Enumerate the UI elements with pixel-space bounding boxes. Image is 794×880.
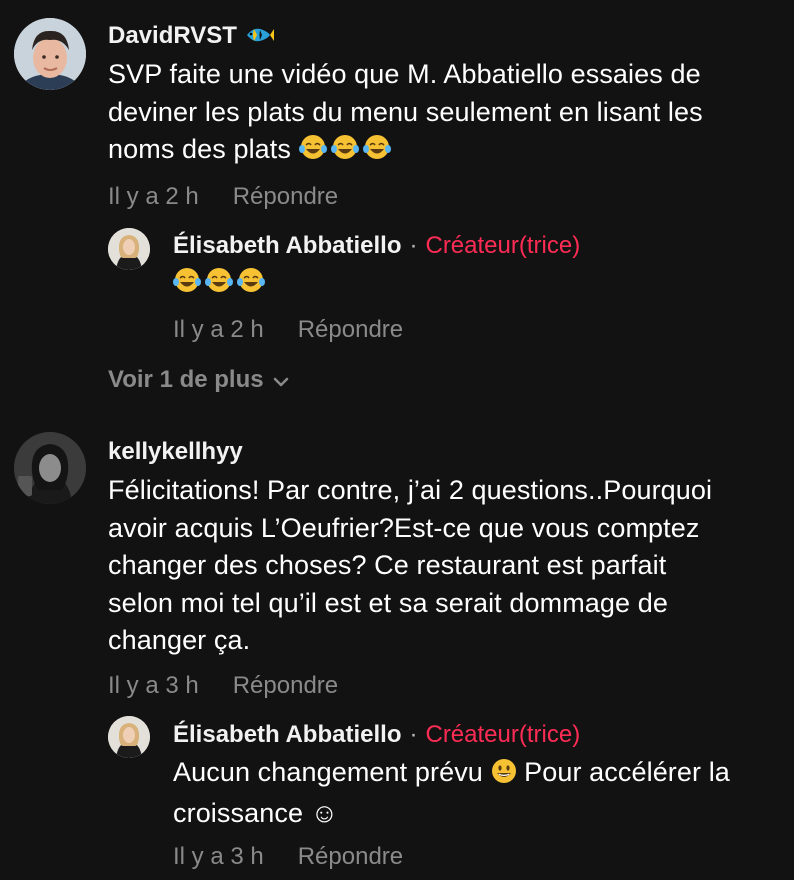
reply-body: Aucun changement prévu Pour accélérer la… (173, 754, 730, 832)
comment-line: changer ça. (108, 625, 251, 655)
separator-dot: · (409, 721, 418, 748)
reply-body (173, 264, 265, 305)
comment-time: Il y a 2 h (108, 183, 199, 210)
reply-line: Aucun changement prévu Pour accélérer la (173, 754, 730, 795)
comment-line: deviner les plats du menu seulement en l… (108, 96, 703, 127)
laughing-tears-emoji-icon (298, 133, 391, 172)
comment-username[interactable]: DavidRVST (108, 22, 274, 53)
reply-time: Il y a 2 h (173, 316, 264, 343)
comment-body: SVP faite une vidéo que M. Abbatiello es… (108, 56, 703, 172)
avatar[interactable] (14, 18, 86, 90)
reply-button[interactable]: Répondre (298, 843, 403, 870)
comment-line: avoir acquis L’Oeufrier?Est-ce que vous … (108, 512, 700, 543)
comment-meta: Il y a 3 h Répondre (108, 672, 338, 700)
reply-line: croissance ☺ (173, 797, 339, 828)
creator-badge: Créateur(trice) (425, 232, 581, 259)
creator-avatar[interactable] (108, 716, 150, 758)
comment-davidrvst: DavidRVST SVP faite une vidéo que M. Abb… (0, 0, 794, 420)
reply-username[interactable]: Élisabeth Abbatiello · Créateur(trice) (173, 232, 580, 260)
chevron-down-icon (270, 369, 292, 397)
reply-time: Il y a 3 h (173, 843, 264, 870)
comment-line: noms des plats (108, 131, 703, 172)
creator-badge: Créateur(trice) (425, 721, 581, 748)
laughing-tears-emoji-icon (173, 266, 265, 305)
separator-dot: · (409, 232, 418, 259)
avatar[interactable] (14, 432, 86, 504)
reply-button[interactable]: Répondre (233, 672, 338, 699)
comment-body: Félicitations! Par contre, j’ai 2 questi… (108, 472, 712, 660)
comment-kellykellhyy: kellykellhyy Félicitations! Par contre, … (0, 420, 794, 880)
comment-line: SVP faite une vidéo que M. Abbatiello es… (108, 59, 701, 89)
view-more-replies-button[interactable]: Voir 1 de plus (108, 366, 292, 397)
comment-time: Il y a 3 h (108, 672, 199, 699)
comment-username[interactable]: kellykellhyy (108, 438, 243, 466)
reply-username[interactable]: Élisabeth Abbatiello · Créateur(trice) (173, 721, 580, 749)
comment-line: selon moi tel qu’il est et sa serait dom… (108, 587, 668, 618)
comment-line: changer des choses? Ce restaurant est pa… (108, 550, 667, 580)
reply-button[interactable]: Répondre (233, 183, 338, 210)
creator-avatar[interactable] (108, 228, 150, 270)
comment-line: Félicitations! Par contre, j’ai 2 questi… (108, 475, 713, 505)
reply-button[interactable]: Répondre (298, 316, 403, 343)
comment-meta: Il y a 2 h Répondre (108, 183, 338, 211)
reply-meta: Il y a 2 h Répondre (173, 316, 403, 344)
reply-meta: Il y a 3 h Répondre (173, 843, 403, 871)
grinning-emoji-icon (491, 757, 517, 795)
fish-icon (244, 24, 274, 53)
